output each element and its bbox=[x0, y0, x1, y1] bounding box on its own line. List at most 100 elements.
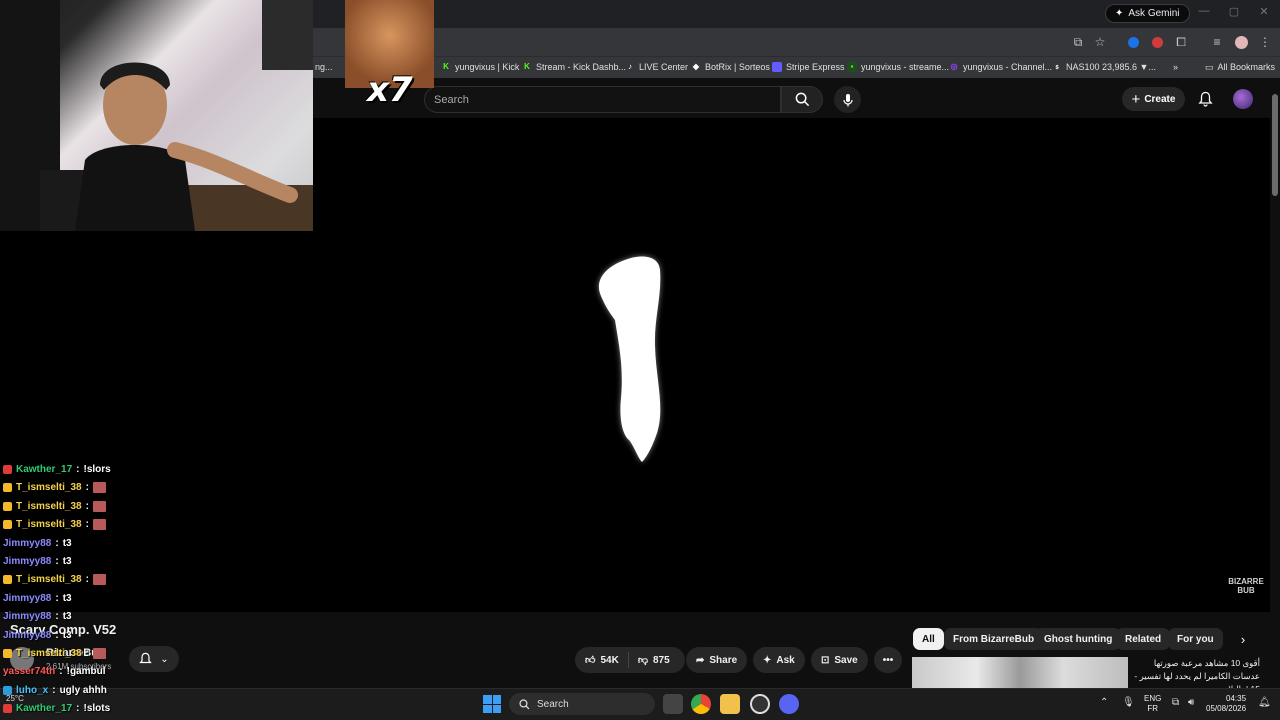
chat-username[interactable]: Kawther_17 bbox=[16, 703, 72, 714]
task-view-icon[interactable] bbox=[663, 694, 683, 714]
chat-message: yasser74th: !gambul bbox=[3, 666, 106, 677]
chat-message: T_ismselti_38: bbox=[3, 648, 106, 659]
chat-username[interactable]: T_ismselti_38 bbox=[16, 519, 82, 530]
thumbs-down-icon[interactable]: 👎︎ bbox=[638, 654, 648, 666]
bookmark-item[interactable]: ▪ yungvixus - streame... bbox=[847, 57, 949, 77]
chat-badge-icon bbox=[3, 575, 12, 585]
clock-time: 04:35 bbox=[1226, 694, 1247, 703]
chat-username[interactable]: T_ismselti_38 bbox=[16, 501, 82, 512]
taskbar-search[interactable]: Search bbox=[509, 693, 655, 715]
input-language[interactable]: ENG FR bbox=[1144, 694, 1161, 714]
watermark-line: BIZARRE bbox=[1228, 577, 1264, 586]
microphone-icon bbox=[842, 93, 853, 106]
clock[interactable]: 04:35 05/08/2026 bbox=[1206, 694, 1246, 714]
chat-username[interactable]: T_ismselti_38 bbox=[16, 648, 82, 659]
microphone-icon[interactable]: 🎙︎ bbox=[1122, 697, 1135, 708]
chat-username[interactable]: Jimmyy88 bbox=[3, 556, 51, 567]
chat-username[interactable]: yasser74th bbox=[3, 666, 55, 677]
ask-button[interactable]: ✦ Ask bbox=[753, 647, 805, 673]
ask-gemini-button[interactable]: ✦ Ask Gemini bbox=[1105, 4, 1190, 23]
search-input[interactable]: Search bbox=[424, 86, 781, 113]
show-hidden-icons-icon[interactable]: ⌃ bbox=[1100, 697, 1108, 708]
dislike-count[interactable]: 875 bbox=[653, 655, 670, 666]
minimize-icon[interactable]: — bbox=[1196, 5, 1212, 17]
thumbs-up-icon[interactable]: 👍︎ bbox=[585, 654, 595, 666]
chat-separator: : bbox=[55, 537, 59, 549]
extensions-puzzle-icon[interactable]: ⧠ bbox=[1173, 34, 1189, 50]
windows-start-icon[interactable] bbox=[483, 695, 501, 713]
obs-icon[interactable] bbox=[750, 694, 770, 714]
chip-for-you[interactable]: For you bbox=[1168, 628, 1223, 650]
bookmark-label: yungvixus - streame... bbox=[861, 62, 950, 72]
chat-username[interactable]: Jimmyy88 bbox=[3, 538, 51, 549]
save-button[interactable]: ⊡ Save bbox=[811, 647, 868, 673]
bookmark-item[interactable]: Stripe Express bbox=[772, 57, 845, 77]
lang-secondary: FR bbox=[1147, 704, 1158, 713]
bookmark-item[interactable]: ng... bbox=[315, 57, 333, 77]
bookmark-star-icon[interactable]: ☆ bbox=[1092, 34, 1108, 50]
bookmark-item[interactable]: ᥉ NAS100 23,985.6 ▼... bbox=[1052, 57, 1156, 77]
profile-icon[interactable] bbox=[1233, 34, 1249, 50]
extension-red-icon[interactable] bbox=[1149, 34, 1165, 50]
lang-primary: ENG bbox=[1144, 694, 1162, 703]
recommended-video-thumbnail[interactable] bbox=[912, 657, 1128, 688]
search-icon bbox=[795, 92, 809, 107]
chip-ghost-hunting[interactable]: Ghost hunting bbox=[1035, 628, 1122, 650]
chevron-right-icon[interactable]: › bbox=[1234, 630, 1252, 648]
chat-username[interactable]: T_ismselti_38 bbox=[16, 574, 82, 585]
network-icon[interactable]: ⧉ bbox=[1172, 697, 1179, 708]
video-player[interactable] bbox=[313, 118, 1270, 612]
streamelements-icon: ▪ bbox=[847, 62, 857, 72]
chip-all[interactable]: All bbox=[913, 628, 944, 650]
bookmark-label: yungvixus | Kick bbox=[455, 62, 520, 72]
more-actions-button[interactable]: ••• bbox=[874, 647, 902, 673]
bookmark-item[interactable]: ♪ LIVE Center bbox=[625, 57, 688, 77]
chat-username[interactable]: T_ismselti_38 bbox=[16, 482, 82, 493]
menu-kebab-icon[interactable]: ⋮ bbox=[1257, 34, 1273, 50]
webcam-scene bbox=[0, 0, 313, 231]
chip-related[interactable]: Related bbox=[1116, 628, 1171, 650]
chat-username[interactable]: Jimmyy88 bbox=[3, 611, 51, 622]
bookmark-item[interactable]: ◎ yungvixus - Channel... bbox=[949, 57, 1053, 77]
chat-username[interactable]: luho_x bbox=[16, 685, 48, 696]
bookmark-item[interactable]: Kyungvixus | Kick bbox=[441, 57, 519, 77]
bookmark-label: yungvixus - Channel... bbox=[963, 62, 1053, 72]
chat-username[interactable]: Kawther_17 bbox=[16, 464, 72, 475]
bookmark-item[interactable]: K Stream - Kick Dashb... bbox=[522, 57, 626, 77]
chip-from-channel[interactable]: From BizarreBub bbox=[944, 628, 1044, 650]
notifications-button[interactable] bbox=[1195, 89, 1215, 109]
chat-message: T_ismselti_38: bbox=[3, 574, 106, 586]
user-avatar[interactable] bbox=[1233, 89, 1253, 109]
media-controls-icon[interactable]: ≡ bbox=[1209, 34, 1225, 50]
bookmarks-overflow-icon[interactable]: » bbox=[1173, 57, 1178, 77]
create-button[interactable]: + Create bbox=[1122, 87, 1185, 111]
close-icon[interactable]: ✕ bbox=[1256, 5, 1272, 18]
chat-badge-icon bbox=[3, 704, 12, 714]
notification-center-icon[interactable]: 🔔︎ bbox=[1258, 697, 1271, 708]
search-button[interactable] bbox=[781, 86, 823, 113]
chat-username[interactable]: Jimmyy88 bbox=[3, 630, 51, 641]
chrome-icon[interactable] bbox=[691, 694, 711, 714]
volume-icon[interactable]: 🔊︎ bbox=[1188, 697, 1194, 708]
ask-label: Ask bbox=[776, 654, 795, 666]
reaction-multiplier: x7 bbox=[367, 70, 413, 110]
bookmark-item[interactable]: ◆ BotRix | Sorteos bbox=[691, 57, 770, 77]
install-app-icon[interactable]: ⧉ bbox=[1070, 34, 1086, 50]
file-explorer-icon[interactable] bbox=[720, 694, 740, 714]
chevron-down-icon: ⌄ bbox=[160, 653, 169, 665]
chat-text: t3 bbox=[62, 611, 72, 623]
like-count[interactable]: 54K bbox=[600, 655, 618, 666]
chat-message: Jimmyy88: t3 bbox=[3, 556, 72, 567]
chat-username[interactable]: Jimmyy88 bbox=[3, 593, 51, 604]
extension-shazam-icon[interactable] bbox=[1125, 34, 1141, 50]
all-bookmarks-button[interactable]: ▭ All Bookmarks bbox=[1205, 57, 1275, 77]
discord-icon[interactable] bbox=[779, 694, 799, 714]
bookmark-icon: ⊡ bbox=[821, 654, 830, 666]
subscribed-notifications-button[interactable]: ⌄ bbox=[129, 646, 179, 672]
voice-search-button[interactable] bbox=[834, 86, 861, 113]
bell-icon bbox=[1197, 91, 1213, 107]
share-button[interactable]: ➦ Share bbox=[686, 647, 748, 673]
scrollbar-thumb[interactable] bbox=[1272, 94, 1278, 196]
chat-badge-icon bbox=[3, 465, 12, 474]
restore-icon[interactable]: ▢ bbox=[1226, 5, 1242, 18]
